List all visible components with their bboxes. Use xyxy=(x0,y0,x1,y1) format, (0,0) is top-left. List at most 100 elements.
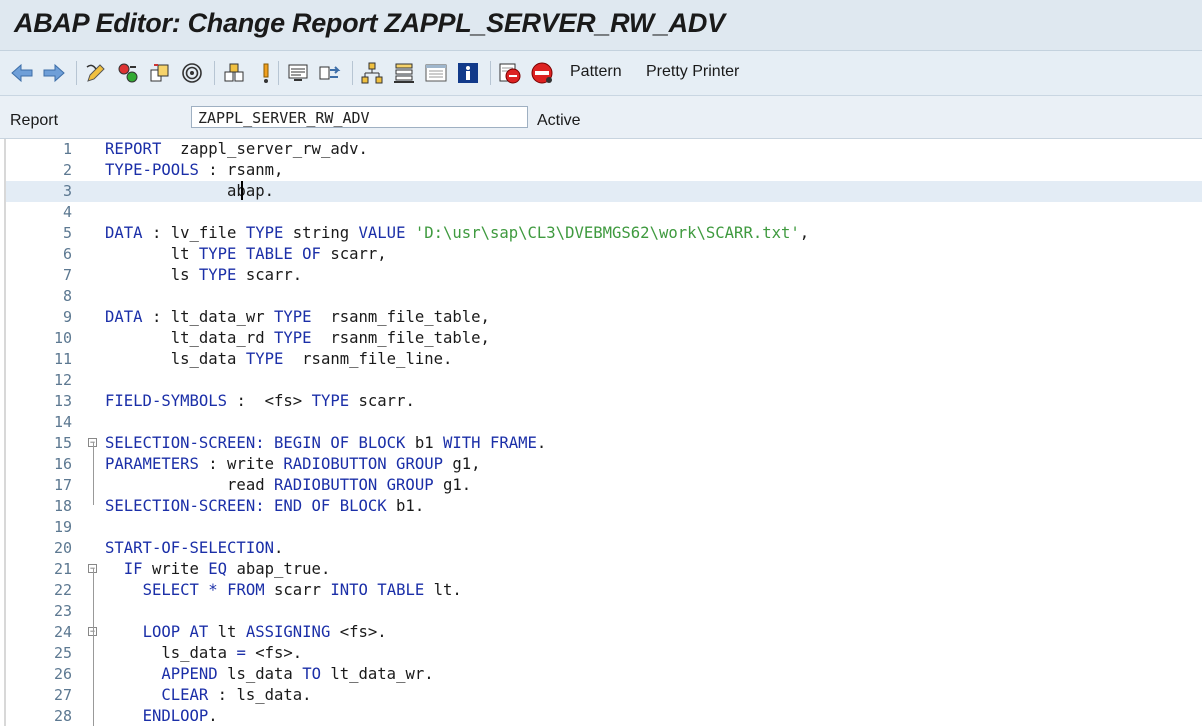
code-line[interactable]: 15−SELECTION-SCREEN: BEGIN OF BLOCK b1 W… xyxy=(6,433,1202,454)
forward-arrow-icon[interactable] xyxy=(42,61,66,85)
code-token: : write xyxy=(198,455,284,473)
code-line[interactable]: 1 REPORT zappl_server_rw_adv. xyxy=(6,139,1202,160)
keyword-token: TYPE xyxy=(245,224,284,242)
code-line[interactable]: 26 APPEND ls_data TO lt_data_wr. xyxy=(6,664,1202,685)
code-token: ls_data xyxy=(105,644,237,662)
code-token: rsanm_file_table, xyxy=(311,329,490,347)
keyword-token: EQ xyxy=(208,560,228,578)
code-line[interactable]: 7 ls TYPE scarr. xyxy=(6,265,1202,286)
code-line[interactable]: 13 FIELD-SYMBOLS : <fs> TYPE scarr. xyxy=(6,391,1202,412)
pretty-printer-button[interactable]: Pretty Printer xyxy=(646,63,739,81)
code-token: . xyxy=(274,539,284,557)
code-line[interactable]: 12 xyxy=(6,370,1202,391)
code-token: ls_data xyxy=(105,350,246,368)
pattern-button[interactable]: Pattern xyxy=(570,63,622,81)
activate-icon[interactable] xyxy=(222,61,246,85)
code-line[interactable]: 20 START-OF-SELECTION. xyxy=(6,538,1202,559)
code-token: g1, xyxy=(443,455,481,473)
code-token: abap_true. xyxy=(227,560,331,578)
code-text: DATA : lv_file TYPE string VALUE 'D:\usr… xyxy=(105,223,809,244)
code-token: rsanm_file_line. xyxy=(283,350,453,368)
code-line[interactable]: 9 DATA : lt_data_wr TYPE rsanm_file_table… xyxy=(6,307,1202,328)
code-line[interactable]: 10 lt_data_rd TYPE rsanm_file_table, xyxy=(6,328,1202,349)
line-number: 4 xyxy=(62,203,72,221)
code-line[interactable]: 11 ls_data TYPE rsanm_file_line. xyxy=(6,349,1202,370)
keyword-token: DATA xyxy=(105,224,143,242)
keyword-token: CLEAR xyxy=(161,686,209,704)
code-editor[interactable]: 1 REPORT zappl_server_rw_adv. 2 TYPE-POOLS … xyxy=(4,139,1202,726)
navigation-window-icon[interactable] xyxy=(392,61,416,85)
code-line[interactable]: 27 CLEAR : ls_data. xyxy=(6,685,1202,706)
toolbar-separator xyxy=(76,61,77,85)
code-text: LOOP AT lt ASSIGNING <fs>. xyxy=(105,622,387,643)
code-token: scarr. xyxy=(236,266,303,284)
code-line[interactable]: 16 PARAMETERS : write RADIOBUTTON GROUP g… xyxy=(6,454,1202,475)
info-icon[interactable] xyxy=(456,61,480,85)
fullscreen-icon[interactable] xyxy=(424,61,448,85)
code-text: ls TYPE scarr. xyxy=(105,265,302,286)
keyword-token: SELECTION-SCREEN: END OF BLOCK xyxy=(105,497,387,515)
code-line[interactable]: 23 xyxy=(6,601,1202,622)
code-line[interactable]: 28 ENDLOOP. xyxy=(6,706,1202,726)
code-token: lt. xyxy=(424,581,462,599)
code-line[interactable]: 18 SELECTION-SCREEN: END OF BLOCK b1. xyxy=(6,496,1202,517)
code-token: rsanm_file_table, xyxy=(311,308,490,326)
code-token: . xyxy=(536,434,547,452)
code-line[interactable]: 25 ls_data = <fs>. xyxy=(6,643,1202,664)
active-inactive-icon[interactable] xyxy=(116,61,140,85)
keyword-token: VALUE xyxy=(358,224,406,242)
other-object-icon[interactable] xyxy=(148,61,172,85)
code-line[interactable]: 24− LOOP AT lt ASSIGNING <fs>. xyxy=(6,622,1202,643)
code-token: write xyxy=(142,560,209,578)
code-token: abap. xyxy=(105,182,274,200)
code-line[interactable]: 21− IF write EQ abap_true. xyxy=(6,559,1202,580)
report-status: Active xyxy=(537,112,581,129)
code-token: <fs>. xyxy=(245,644,303,662)
code-line[interactable]: 14 xyxy=(6,412,1202,433)
code-line[interactable]: 19 xyxy=(6,517,1202,538)
keyword-token: SELECT xyxy=(142,581,199,599)
text-cursor xyxy=(241,181,243,200)
code-line[interactable]: 4 xyxy=(6,202,1202,223)
line-number: 25 xyxy=(53,644,72,662)
code-token: lt xyxy=(208,623,246,641)
code-line[interactable]: 6 lt TYPE TABLE OF scarr, xyxy=(6,244,1202,265)
keyword-token: DATA xyxy=(105,308,143,326)
keyword-token: TYPE xyxy=(245,350,284,368)
code-token: , xyxy=(799,224,810,242)
test-icon[interactable] xyxy=(254,61,278,85)
line-number: 19 xyxy=(53,518,72,536)
toolbar-separator xyxy=(352,61,353,85)
code-text: abap. xyxy=(105,181,274,202)
code-line[interactable]: 5 DATA : lv_file TYPE string VALUE 'D:\us… xyxy=(6,223,1202,244)
code-line[interactable]: 3 abap. xyxy=(6,181,1202,202)
code-token: read xyxy=(105,476,274,494)
line-number: 12 xyxy=(53,371,72,389)
keyword-token: ASSIGNING xyxy=(245,623,331,641)
code-token: lt_data_rd xyxy=(105,329,274,347)
code-token: : lt_data_wr xyxy=(142,308,274,326)
fold-guide xyxy=(93,442,94,505)
navigation-icon[interactable] xyxy=(318,61,342,85)
code-line[interactable]: 17 read RADIOBUTTON GROUP g1. xyxy=(6,475,1202,496)
check-icon[interactable] xyxy=(180,61,204,85)
object-list-icon[interactable] xyxy=(360,61,384,85)
code-text: REPORT zappl_server_rw_adv. xyxy=(105,139,368,160)
display-change-icon[interactable] xyxy=(84,61,108,85)
code-text: ls_data = <fs>. xyxy=(105,643,302,664)
line-number: 23 xyxy=(53,602,72,620)
where-used-icon[interactable] xyxy=(286,61,310,85)
code-line[interactable]: 8 xyxy=(6,286,1202,307)
external-breakpoint-icon[interactable] xyxy=(530,61,554,85)
code-token: b1 xyxy=(405,434,443,452)
set-breakpoint-icon[interactable] xyxy=(498,61,522,85)
report-label: Report xyxy=(10,112,59,129)
back-arrow-icon[interactable] xyxy=(10,61,34,85)
line-number: 5 xyxy=(62,224,72,242)
code-line[interactable]: 22 SELECT * FROM scarr INTO TABLE lt. xyxy=(6,580,1202,601)
line-number: 2 xyxy=(62,161,72,179)
code-line[interactable]: 2 TYPE-POOLS : rsanm, xyxy=(6,160,1202,181)
